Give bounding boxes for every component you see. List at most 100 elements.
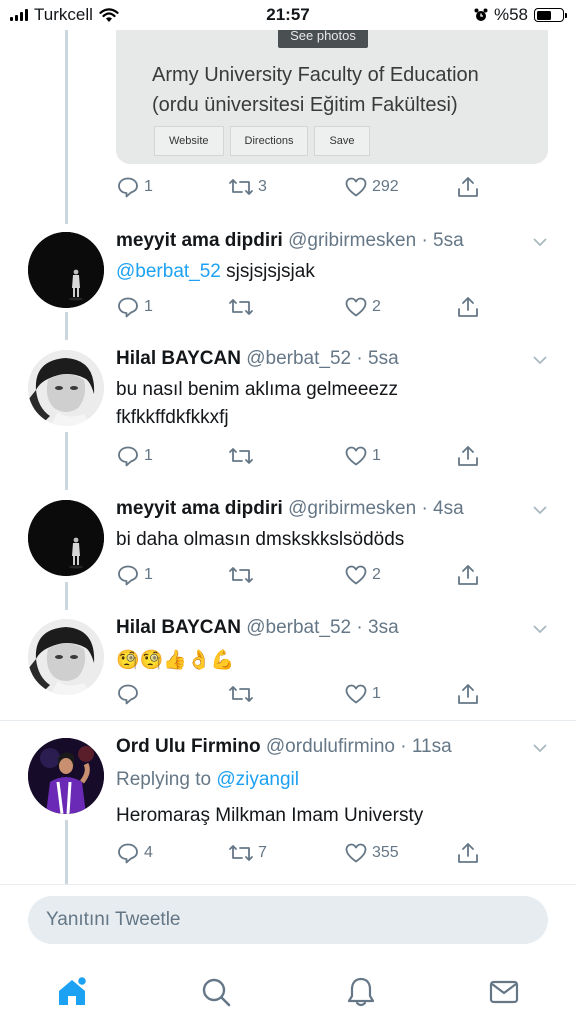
display-name[interactable]: Ord Ulu Firmino: [116, 736, 261, 757]
tweet-actions: 1 1: [116, 444, 496, 472]
avatar-player: [28, 738, 104, 814]
user-handle[interactable]: @gribirmesken: [288, 498, 416, 519]
display-name[interactable]: Hilal BAYCAN: [116, 348, 241, 369]
tweet-time: · 11sa: [400, 736, 452, 757]
share-icon: [458, 565, 478, 585]
retweet-icon: [229, 299, 253, 315]
chevron-down-icon[interactable]: [532, 740, 548, 756]
see-photos-button[interactable]: See photos: [278, 30, 368, 48]
avatar[interactable]: [28, 350, 104, 426]
share-button[interactable]: [456, 444, 480, 468]
save-button[interactable]: Save: [314, 126, 370, 156]
like-button[interactable]: 1: [344, 444, 381, 468]
like-count: 292: [372, 178, 399, 195]
display-name[interactable]: meyyit ama dipdiri: [116, 230, 283, 251]
tweet-time: · 4sa: [421, 498, 464, 519]
avatar[interactable]: [28, 232, 104, 308]
retweet-button[interactable]: 7: [228, 841, 267, 865]
like-count: 1: [372, 685, 381, 702]
tab-home[interactable]: [52, 972, 92, 1012]
tweet[interactable]: meyyit ama dipdiri @gribirmesken · 4sa b…: [0, 496, 576, 608]
user-handle[interactable]: @berbat_52: [246, 617, 351, 638]
tweet-actions: 1 2: [116, 563, 496, 591]
heart-icon: [345, 565, 367, 585]
avatar-figure: [28, 500, 104, 576]
reply-button[interactable]: 4: [116, 841, 153, 865]
website-button[interactable]: Website: [154, 126, 224, 156]
reply-count: 4: [144, 844, 153, 861]
like-button[interactable]: 292: [344, 175, 399, 199]
heart-icon: [345, 684, 367, 704]
like-count: 2: [372, 298, 381, 315]
retweet-count: 3: [258, 178, 267, 195]
reply-input[interactable]: Yanıtını Tweetle: [28, 896, 548, 944]
retweet-button[interactable]: [228, 444, 258, 468]
tweet-text: 🧐🧐👍👌💪: [116, 650, 235, 671]
tweet-text-content: sjsjsjsjsjak: [220, 261, 315, 282]
tab-notifications[interactable]: [341, 972, 381, 1012]
tweet-text: Heromaraş Milkman Imam Universty: [116, 805, 424, 826]
chevron-down-icon[interactable]: [532, 352, 548, 368]
share-button[interactable]: [456, 563, 480, 587]
chevron-down-icon[interactable]: [532, 234, 548, 250]
retweet-icon: [229, 567, 253, 583]
user-handle[interactable]: @gribirmesken: [288, 230, 416, 251]
heart-icon: [345, 297, 367, 317]
like-button[interactable]: 355: [344, 841, 399, 865]
alarm-icon: [474, 8, 488, 21]
retweet-button[interactable]: [228, 682, 258, 706]
tweet-text-line: bu nasıl benim aklıma gelmeeezz: [116, 379, 398, 400]
reply-button[interactable]: 1: [116, 175, 153, 199]
replying-to-label: Replying to: [116, 769, 217, 790]
user-handle[interactable]: @berbat_52: [246, 348, 351, 369]
home-icon: [59, 975, 88, 1005]
bottom-tab-bar: [0, 958, 576, 1024]
tweet-text: bu nasıl benim aklıma gelmeeezz fkfkkffd…: [116, 376, 536, 432]
retweet-count: 7: [258, 844, 267, 861]
reply-count: 1: [144, 298, 153, 315]
tab-messages[interactable]: [484, 972, 524, 1012]
display-name[interactable]: Hilal BAYCAN: [116, 617, 241, 638]
retweet-button[interactable]: [228, 563, 258, 587]
avatar-figure: [28, 232, 104, 308]
share-button[interactable]: [456, 295, 480, 319]
like-button[interactable]: 1: [344, 682, 381, 706]
reply-button[interactable]: 1: [116, 295, 153, 319]
tweet-actions: 1 2: [116, 295, 496, 323]
share-button[interactable]: [456, 682, 480, 706]
avatar[interactable]: [28, 619, 104, 695]
search-icon: [202, 978, 231, 1007]
like-button[interactable]: 2: [344, 295, 381, 319]
reply-count: 1: [144, 447, 153, 464]
tweet-text-line: fkfkkffdkfkkxfj: [116, 407, 229, 428]
chevron-down-icon[interactable]: [532, 502, 548, 518]
tweet[interactable]: meyyit ama dipdiri @gribirmesken · 5sa @…: [0, 228, 576, 340]
tweet-actions: 4 7 355: [116, 841, 496, 869]
avatar[interactable]: [28, 500, 104, 576]
mention-link[interactable]: @berbat_52: [116, 261, 221, 282]
replying-to: Replying to @ziyangil: [116, 766, 536, 794]
tweet-time: · 3sa: [356, 617, 399, 638]
user-handle[interactable]: @ordulufirmino: [266, 736, 395, 757]
retweet-icon: [229, 845, 253, 861]
tweet-header: Hilal BAYCAN @berbat_52 · 3sa: [116, 617, 399, 639]
place-actions: Website Directions Save: [154, 126, 370, 156]
tab-search[interactable]: [196, 972, 236, 1012]
directions-button[interactable]: Directions: [229, 126, 309, 156]
mention-link[interactable]: @ziyangil: [216, 769, 299, 790]
chevron-down-icon[interactable]: [532, 621, 548, 637]
reply-button[interactable]: [116, 682, 144, 706]
reply-button[interactable]: 1: [116, 444, 153, 468]
share-button[interactable]: [456, 175, 480, 199]
display-name[interactable]: meyyit ama dipdiri: [116, 498, 283, 519]
share-icon: [458, 843, 478, 863]
share-button[interactable]: [456, 841, 480, 865]
avatar-portrait: [28, 619, 104, 695]
reply-button[interactable]: 1: [116, 563, 153, 587]
like-button[interactable]: 2: [344, 563, 381, 587]
retweet-button[interactable]: 3: [228, 175, 267, 199]
place-card-image[interactable]: See photos Army University Faculty of Ed…: [116, 30, 548, 164]
retweet-button[interactable]: [228, 295, 258, 319]
retweet-icon: [229, 179, 253, 195]
avatar[interactable]: [28, 738, 104, 814]
